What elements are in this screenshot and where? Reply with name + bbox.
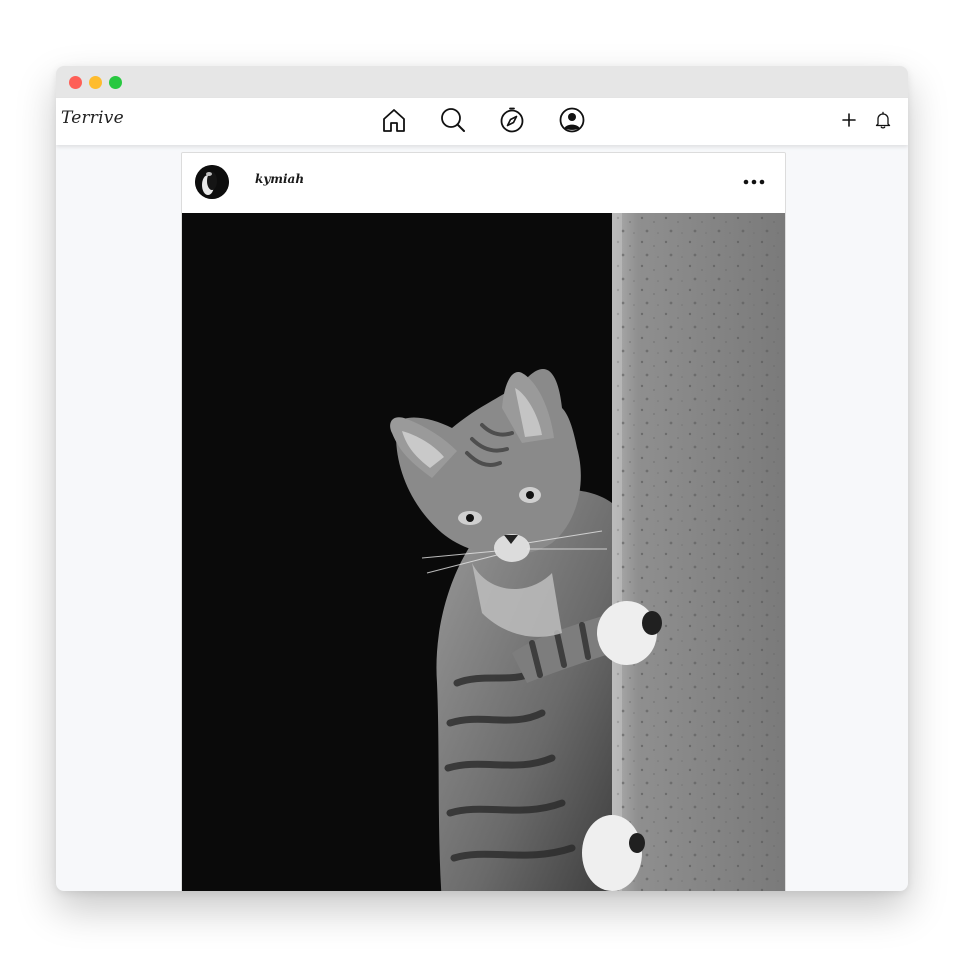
window-minimize-button[interactable]	[89, 76, 102, 89]
app-logo[interactable]: Terrive	[61, 108, 124, 128]
app-window: Terrive kymiah	[56, 66, 908, 891]
top-navbar: Terrive	[56, 98, 908, 145]
window-titlebar	[56, 66, 908, 98]
window-zoom-button[interactable]	[109, 76, 122, 89]
window-close-button[interactable]	[69, 76, 82, 89]
post-header: kymiah	[182, 153, 785, 213]
search-icon[interactable]	[439, 106, 467, 134]
feed-post: kymiah	[181, 152, 786, 891]
avatar[interactable]	[195, 165, 229, 199]
post-photo[interactable]	[182, 213, 785, 891]
home-icon[interactable]	[380, 106, 408, 134]
compass-icon[interactable]	[498, 106, 526, 134]
post-username[interactable]: kymiah	[255, 172, 304, 186]
profile-icon[interactable]	[558, 106, 586, 134]
plus-icon[interactable]	[839, 110, 859, 130]
bell-icon[interactable]	[873, 110, 893, 130]
more-icon[interactable]	[740, 171, 768, 193]
